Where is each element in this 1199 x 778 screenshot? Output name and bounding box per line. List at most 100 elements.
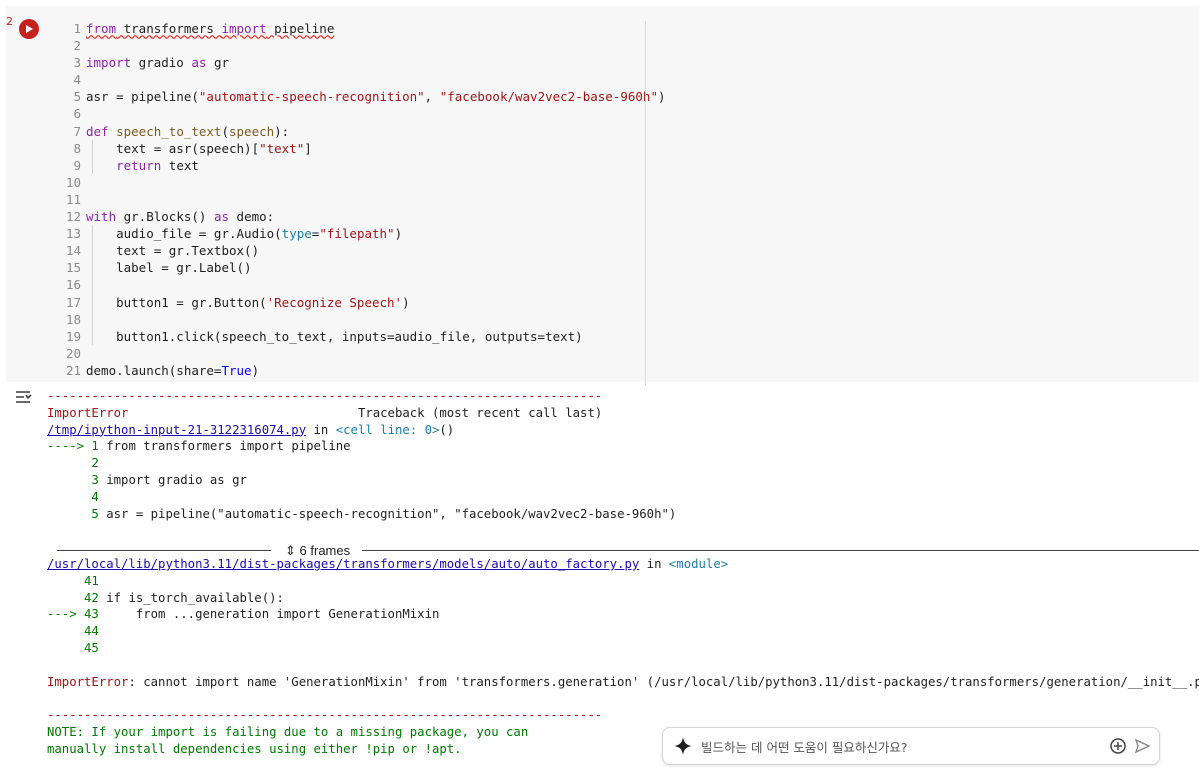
- code-line[interactable]: 14 text = gr.Textbox(): [60, 242, 640, 260]
- code-token: pipeline: [266, 21, 335, 36]
- line-number: 13: [65, 226, 81, 242]
- output-line: ----------------------------------------…: [47, 388, 1197, 405]
- file-link[interactable]: /tmp/ipython-input-21-3122316074.py: [47, 423, 306, 437]
- code-line[interactable]: 11: [60, 191, 640, 208]
- indent-guide: [92, 327, 93, 345]
- code-token: def: [86, 123, 109, 139]
- code-line[interactable]: 6: [60, 105, 640, 122]
- line-number: 9: [73, 157, 81, 173]
- code-line[interactable]: 4: [60, 71, 640, 88]
- code-line[interactable]: 5 asr = pipeline("automatic-speech-recogn…: [60, 88, 665, 105]
- code-token: text = gr.Textbox(): [86, 243, 260, 259]
- frames-divider-line-right: [362, 550, 1199, 551]
- frames-toggle[interactable]: ⇕ 6 frames: [285, 542, 350, 560]
- code-line[interactable]: 10: [60, 174, 640, 191]
- code-token: label = gr.Label(): [86, 260, 252, 276]
- code-line[interactable]: 13 audio_file = gr.Audio(type="filepath"…: [60, 225, 640, 243]
- output-token: ImportError: [47, 405, 129, 420]
- line-number: 14: [65, 243, 81, 259]
- code-line[interactable]: 8 text = asr(speech)["text"]: [60, 139, 640, 157]
- code-text: text = asr(speech)["text"]: [86, 141, 312, 156]
- code-token: ): [657, 89, 666, 105]
- code-token: return: [116, 157, 162, 173]
- code-token: (: [221, 123, 229, 139]
- code-line[interactable]: 16: [60, 276, 640, 294]
- line-number: 2: [73, 38, 81, 54]
- frames-label: 6 frames: [299, 543, 351, 558]
- editor-ruler: [645, 21, 646, 386]
- code-text: from transformers import pipeline: [86, 21, 334, 36]
- code-line[interactable]: 3 import gradio as gr: [60, 54, 640, 71]
- indent-guide: [92, 156, 93, 174]
- output-token: ----> 1: [47, 439, 107, 454]
- output-line: 42 if is_torch_available():: [47, 590, 1197, 607]
- output-line: ----------------------------------------…: [47, 707, 1197, 724]
- code-line[interactable]: 7 def speech_to_text(speech):: [60, 123, 640, 140]
- code-token: "text": [259, 140, 305, 156]
- line-number: 21: [65, 362, 81, 378]
- output-token: : cannot import name 'GenerationMixin' f…: [128, 674, 1199, 689]
- indent-guide: [92, 310, 93, 328]
- line-number: 4: [73, 72, 81, 88]
- line-number: 8: [73, 140, 81, 156]
- code-token: "automatic-speech-recognition": [198, 89, 425, 105]
- output-line: ImportError Traceback (most recent call …: [47, 405, 1197, 422]
- code-token: type: [281, 226, 312, 242]
- code-text: demo.launch(share=True): [86, 363, 259, 378]
- code-token: demo:: [229, 209, 275, 225]
- send-icon[interactable]: [1133, 737, 1151, 755]
- code-token: button1 = gr.Button(: [86, 294, 267, 310]
- indent-guide: [92, 259, 93, 277]
- output-token: ---> 43: [47, 607, 107, 622]
- code-line[interactable]: 19 button1.click(speech_to_text, inputs=…: [60, 327, 640, 345]
- output-token: 41: [47, 573, 99, 588]
- code-text: text = gr.Textbox(): [86, 243, 259, 258]
- output-collapse-icon[interactable]: [14, 388, 34, 406]
- code-token: ):: [274, 123, 290, 139]
- code-line[interactable]: 17 button1 = gr.Button('Recognize Speech…: [60, 293, 640, 311]
- output-token: NOTE: If your import is failing due to a…: [47, 724, 529, 739]
- code-token: ): [394, 226, 403, 242]
- code-line[interactable]: 21 demo.launch(share=True): [60, 362, 640, 379]
- code-token: button1.click(speech_to_text, inputs=aud…: [86, 328, 583, 344]
- output-line: 3 import gradio as gr: [47, 472, 1197, 489]
- code-editor[interactable]: 1 from transformers import pipeline 2 3 impo…: [60, 20, 666, 379]
- line-number: 16: [65, 277, 81, 293]
- line-number: 3: [73, 55, 81, 71]
- code-text: def speech_to_text(speech):: [86, 124, 289, 139]
- code-text: label = gr.Label(): [86, 260, 252, 276]
- code-token: ]: [304, 140, 312, 156]
- ai-chat-input[interactable]: [699, 735, 1103, 759]
- output-token: from ...generation import GenerationMixi…: [106, 607, 440, 622]
- code-line[interactable]: 1 from transformers import pipeline: [60, 20, 640, 37]
- add-circle-icon[interactable]: [1109, 737, 1127, 755]
- code-line[interactable]: 20: [60, 345, 640, 362]
- output-token: Traceback (most recent call last): [128, 405, 603, 420]
- code-token: import: [86, 55, 132, 71]
- line-number: 5: [73, 89, 81, 105]
- code-cell[interactable]: 2 1 from transformers import pipeline 2 3 im…: [6, 6, 1199, 386]
- code-line[interactable]: 15 label = gr.Label(): [60, 259, 640, 277]
- code-line[interactable]: 2: [60, 37, 640, 54]
- line-number: 15: [65, 260, 81, 276]
- code-token: "facebook/wav2vec2-base-960h": [439, 89, 658, 105]
- line-number: 12: [65, 209, 81, 225]
- cell-marker: 2: [6, 15, 13, 28]
- code-line[interactable]: 12 with gr.Blocks() as demo:: [60, 208, 640, 225]
- output-token: import gradio as gr: [106, 472, 247, 487]
- output-token: 3: [47, 472, 107, 487]
- code-line[interactable]: 18: [60, 310, 640, 328]
- indent-guide: [92, 225, 93, 243]
- output-token: ImportError: [47, 674, 129, 689]
- code-line[interactable]: 9 return text: [60, 156, 640, 174]
- code-token: as: [191, 55, 207, 71]
- run-cell-button[interactable]: [19, 19, 39, 39]
- output-token: 42: [47, 590, 107, 605]
- code-token: True: [221, 362, 252, 378]
- output-line: ImportError: cannot import name 'Generat…: [47, 674, 1199, 691]
- code-token: ): [251, 362, 260, 378]
- code-token: "filepath": [319, 226, 395, 242]
- output-token: 44: [47, 624, 99, 639]
